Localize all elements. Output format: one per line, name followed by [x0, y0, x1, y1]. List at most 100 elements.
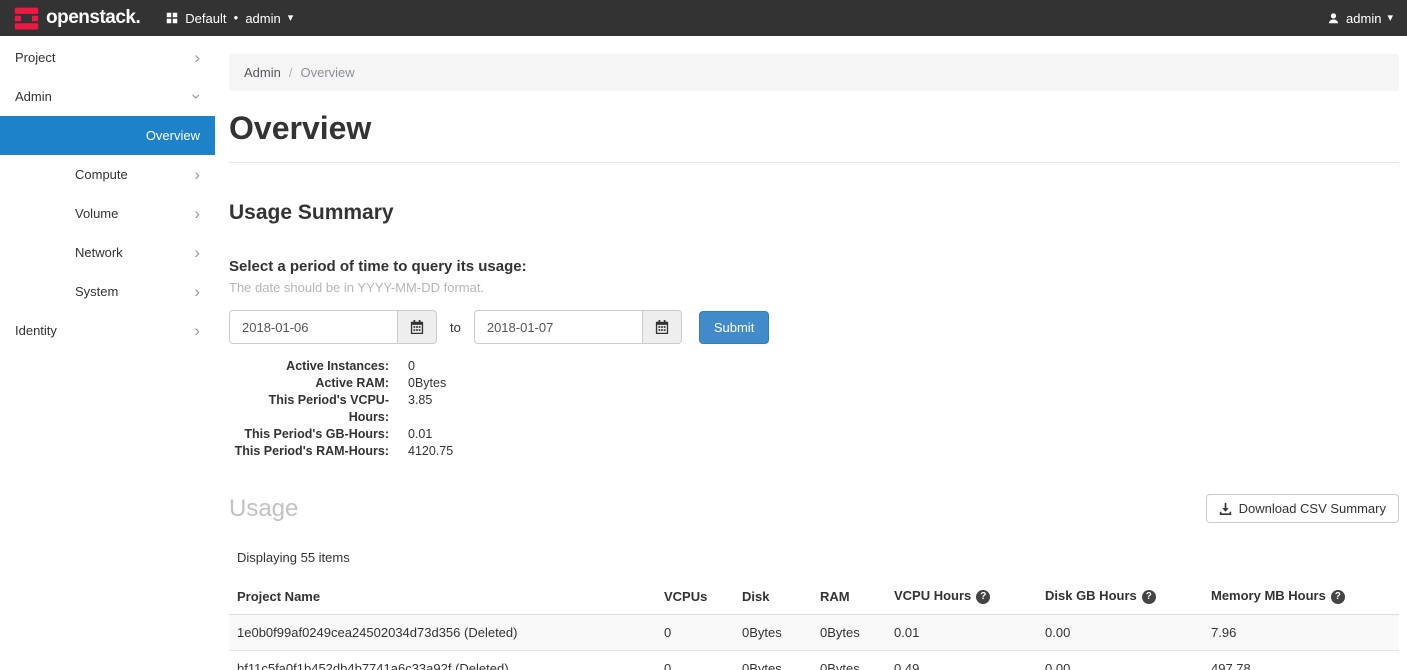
date-to-calendar-button[interactable] [642, 310, 682, 344]
table-row: bf11c5fa0f1b452db4b7741a6c33a92f (Delete… [229, 651, 1399, 670]
usage-stats: Active Instances: 0 Active RAM: 0Bytes T… [229, 358, 1399, 460]
cell-vcpu-hours: 0.49 [886, 651, 1037, 670]
stat-value: 3.85 [408, 392, 432, 426]
sidebar-item-network[interactable]: Network › [0, 233, 215, 272]
main-content: Admin / Overview Overview Usage Summary … [215, 36, 1407, 670]
user-icon [1327, 12, 1340, 25]
cell-memory-mb-hours: 497.78 [1203, 651, 1399, 670]
chevron-right-icon: › [194, 244, 200, 261]
stat-value: 0 [408, 358, 415, 375]
sidebar-item-label: Compute [75, 167, 128, 182]
cell-ram: 0Bytes [812, 615, 886, 651]
openstack-brand[interactable]: openstack. [14, 6, 140, 31]
caret-down-icon: ▾ [288, 11, 294, 24]
help-icon[interactable]: ? [976, 590, 990, 604]
date-from-calendar-button[interactable] [397, 310, 437, 344]
sidebar-item-label: Admin [15, 89, 52, 104]
date-period-prompt: Select a period of time to query its usa… [229, 258, 1399, 275]
breadcrumb: Admin / Overview [229, 54, 1399, 91]
stat-label: This Period's VCPU-Hours: [229, 392, 389, 426]
date-to-group [474, 310, 682, 344]
col-disk-gb-hours: Disk GB Hours? [1037, 578, 1203, 615]
cell-disk: 0Bytes [734, 615, 812, 651]
date-to-input[interactable] [474, 310, 642, 344]
download-icon [1219, 502, 1232, 515]
items-count: Displaying 55 items [237, 550, 1399, 565]
usage-table: Project Name VCPUs Disk RAM VCPU Hours? … [229, 578, 1399, 670]
usage-summary-heading: Usage Summary [229, 201, 1399, 225]
sidebar-item-compute[interactable]: Compute › [0, 155, 215, 194]
breadcrumb-admin[interactable]: Admin [244, 65, 281, 80]
stat-vcpu-hours: This Period's VCPU-Hours: 3.85 [229, 392, 1399, 426]
cell-vcpus: 0 [656, 651, 734, 670]
calendar-icon [655, 320, 669, 334]
sidebar-item-label: Network [75, 245, 123, 260]
sidebar-item-label: Identity [15, 323, 57, 338]
stat-label: Active Instances: [229, 358, 389, 375]
sidebar-item-label: Project [15, 50, 55, 65]
domain-icon [166, 12, 178, 24]
stat-active-ram: Active RAM: 0Bytes [229, 375, 1399, 392]
download-csv-button[interactable]: Download CSV Summary [1206, 494, 1399, 523]
stat-active-instances: Active Instances: 0 [229, 358, 1399, 375]
sidebar-item-volume[interactable]: Volume › [0, 194, 215, 233]
sidebar-item-project[interactable]: Project › [0, 38, 215, 77]
cell-disk: 0Bytes [734, 651, 812, 670]
user-menu[interactable]: admin ▾ [1327, 11, 1393, 26]
sidebar: Project › Admin › Overview Compute › Vol… [0, 36, 215, 670]
chevron-down-icon: › [189, 94, 206, 100]
col-project-name: Project Name [229, 578, 656, 615]
stat-value: 0.01 [408, 426, 432, 443]
cell-disk-gb-hours: 0.00 [1037, 651, 1203, 670]
usage-table-header-row: Usage Download CSV Summary [229, 494, 1399, 523]
to-label: to [450, 320, 461, 335]
sidebar-item-identity[interactable]: Identity › [0, 311, 215, 350]
cell-memory-mb-hours: 7.96 [1203, 615, 1399, 651]
breadcrumb-current: Overview [300, 65, 354, 80]
col-ram: RAM [812, 578, 886, 615]
cell-vcpu-hours: 0.01 [886, 615, 1037, 651]
bullet-separator-icon: ● [233, 13, 238, 22]
stat-gb-hours: This Period's GB-Hours: 0.01 [229, 426, 1399, 443]
col-disk: Disk [734, 578, 812, 615]
title-divider [229, 162, 1399, 163]
breadcrumb-separator: / [289, 65, 293, 80]
stat-ram-hours: This Period's RAM-Hours: 4120.75 [229, 443, 1399, 460]
cell-project-name: 1e0b0f99af0249cea24502034d73d356 (Delete… [229, 615, 656, 651]
top-navbar: openstack. Default ● admin ▾ admin ▾ [0, 0, 1407, 36]
table-row: 1e0b0f99af0249cea24502034d73d356 (Delete… [229, 615, 1399, 651]
calendar-icon [410, 320, 424, 334]
user-label: admin [1346, 11, 1381, 26]
stat-label: This Period's RAM-Hours: [229, 443, 389, 460]
domain-label: Default [185, 11, 226, 26]
stat-value: 4120.75 [408, 443, 453, 460]
sidebar-item-system[interactable]: System › [0, 272, 215, 311]
sidebar-item-label: System [75, 284, 118, 299]
chevron-right-icon: › [194, 283, 200, 300]
date-from-input[interactable] [229, 310, 397, 344]
page-title: Overview [229, 110, 1399, 147]
chevron-right-icon: › [194, 49, 200, 66]
openstack-logo-icon [14, 6, 39, 31]
help-icon[interactable]: ? [1331, 590, 1345, 604]
stat-label: Active RAM: [229, 375, 389, 392]
cell-project-name: bf11c5fa0f1b452db4b7741a6c33a92f (Delete… [229, 651, 656, 670]
cell-vcpus: 0 [656, 615, 734, 651]
stat-value: 0Bytes [408, 375, 446, 392]
chevron-right-icon: › [194, 166, 200, 183]
download-csv-label: Download CSV Summary [1239, 501, 1386, 516]
chevron-right-icon: › [194, 205, 200, 222]
cell-ram: 0Bytes [812, 651, 886, 670]
sidebar-item-admin[interactable]: Admin › [0, 77, 215, 116]
date-format-hint: The date should be in YYYY-MM-DD format. [229, 280, 1399, 295]
help-icon[interactable]: ? [1142, 590, 1156, 604]
sidebar-item-label: Volume [75, 206, 118, 221]
submit-button[interactable]: Submit [699, 311, 769, 344]
col-memory-mb-hours: Memory MB Hours? [1203, 578, 1399, 615]
col-vcpu-hours: VCPU Hours? [886, 578, 1037, 615]
col-vcpus: VCPUs [656, 578, 734, 615]
cell-disk-gb-hours: 0.00 [1037, 615, 1203, 651]
project-label: admin [245, 11, 280, 26]
domain-project-switcher[interactable]: Default ● admin ▾ [166, 11, 293, 26]
sidebar-item-overview[interactable]: Overview [0, 116, 215, 155]
